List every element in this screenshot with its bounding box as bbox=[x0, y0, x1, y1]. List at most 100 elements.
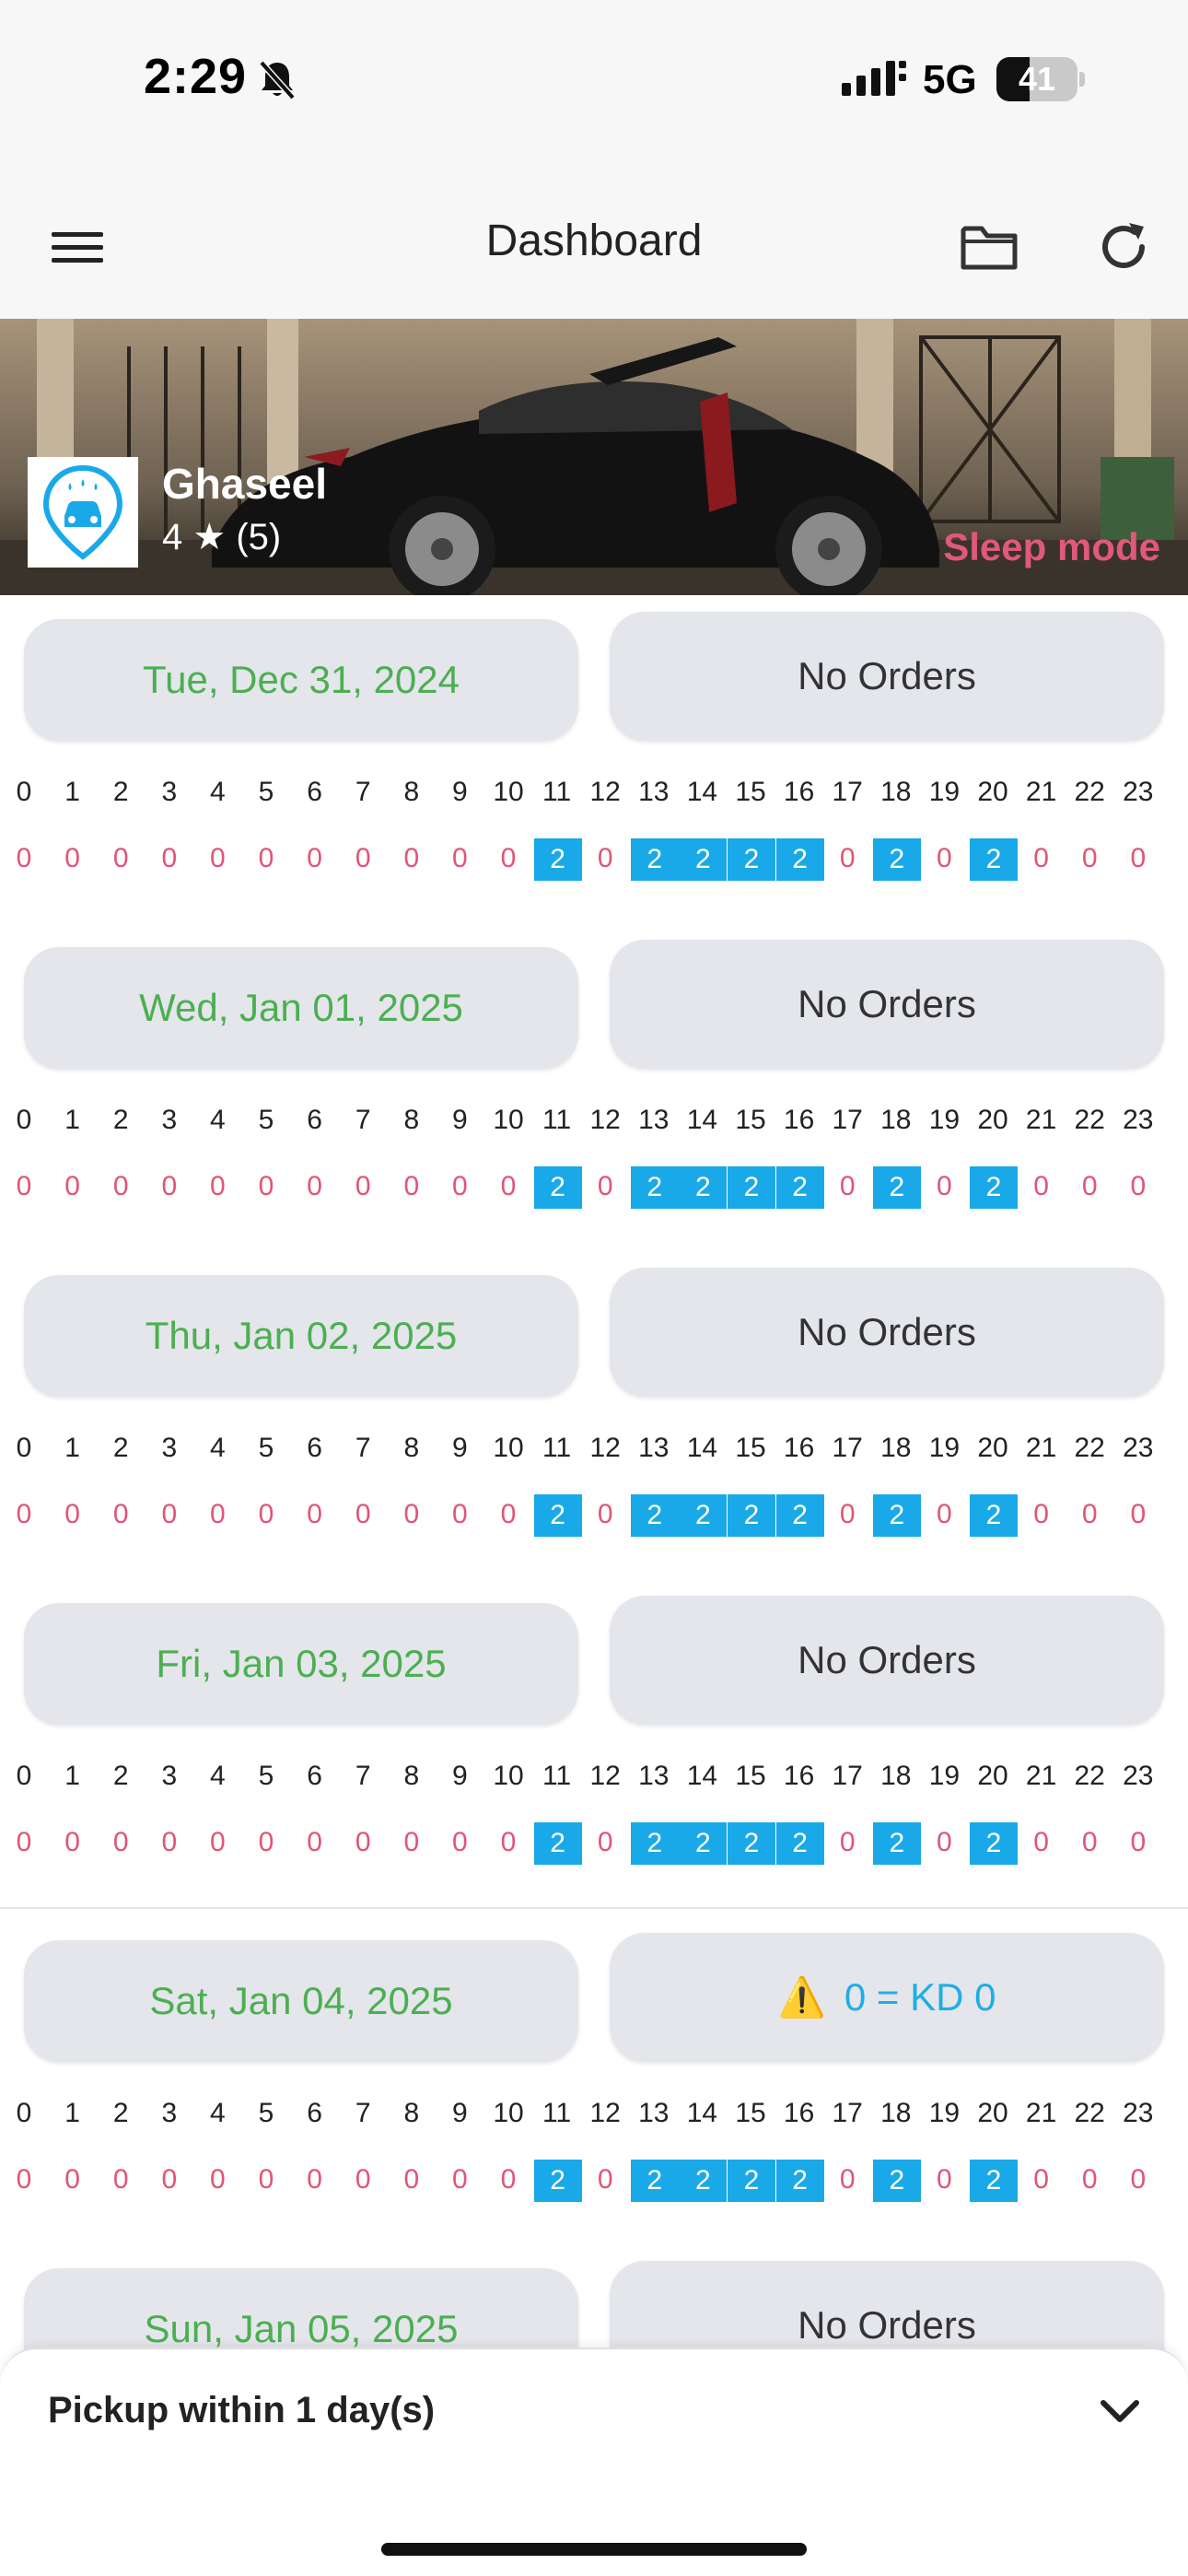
hourly-count-slot[interactable]: 0 bbox=[98, 838, 144, 879]
hourly-count-slot[interactable]: 0 bbox=[1066, 1822, 1112, 1863]
hourly-count-slot[interactable]: 0 bbox=[389, 838, 435, 879]
orders-status-button[interactable]: No Orders bbox=[610, 1596, 1164, 1725]
hourly-count-slot[interactable]: 0 bbox=[98, 1166, 144, 1207]
hourly-count-slot[interactable]: 0 bbox=[921, 838, 967, 879]
hourly-count-slot[interactable]: 0 bbox=[921, 1166, 967, 1207]
hourly-count-slot[interactable]: 0 bbox=[1115, 1166, 1161, 1207]
sleep-mode-toggle[interactable]: Sleep mode bbox=[943, 525, 1160, 569]
hourly-count-slot[interactable]: 0 bbox=[389, 1166, 435, 1207]
hourly-count-slot[interactable]: 0 bbox=[824, 1494, 870, 1535]
date-button[interactable]: Tue, Dec 31, 2024 bbox=[24, 619, 578, 741]
hourly-count-slot[interactable]: 0 bbox=[1019, 838, 1065, 879]
hourly-count-slot-active[interactable]: 2 bbox=[872, 1494, 921, 1537]
hourly-count-slot[interactable]: 0 bbox=[292, 1494, 338, 1535]
hourly-count-slot[interactable]: 0 bbox=[340, 1822, 386, 1863]
hourly-count-slot-active[interactable]: 2 bbox=[970, 1166, 1018, 1209]
folder-icon[interactable] bbox=[958, 216, 1020, 278]
hourly-count-slot-active[interactable]: 2 bbox=[872, 1822, 921, 1865]
hourly-count-slot[interactable]: 0 bbox=[340, 1166, 386, 1207]
date-button[interactable]: Wed, Jan 01, 2025 bbox=[24, 947, 578, 1069]
orders-status-button[interactable]: No Orders bbox=[610, 612, 1164, 741]
pickup-filter-sheet[interactable]: Pickup within 1 day(s) bbox=[0, 2348, 1188, 2478]
hourly-count-slot[interactable]: 0 bbox=[243, 1494, 289, 1535]
home-indicator[interactable] bbox=[381, 2543, 807, 2556]
hourly-count-slot[interactable]: 0 bbox=[243, 1822, 289, 1863]
hourly-count-slot[interactable]: 0 bbox=[921, 1494, 967, 1535]
hourly-count-slot[interactable]: 0 bbox=[340, 838, 386, 879]
hourly-count-slot-active[interactable]: 2 bbox=[630, 2160, 679, 2202]
hourly-count-slot[interactable]: 0 bbox=[824, 2160, 870, 2200]
hourly-count-slot-active[interactable]: 2 bbox=[970, 1822, 1018, 1865]
hourly-count-slot[interactable]: 0 bbox=[1, 1822, 47, 1863]
hourly-count-slot-active[interactable]: 2 bbox=[533, 838, 582, 881]
hourly-count-slot[interactable]: 0 bbox=[50, 2160, 96, 2200]
hourly-count-slot-active[interactable]: 2 bbox=[970, 1494, 1018, 1537]
hourly-count-slot[interactable]: 0 bbox=[1019, 1822, 1065, 1863]
hourly-count-slot[interactable]: 0 bbox=[582, 1822, 628, 1863]
hourly-count-slot[interactable]: 0 bbox=[485, 2160, 531, 2200]
orders-status-button[interactable]: ⚠️ 0 = KD 0 bbox=[610, 1933, 1164, 2062]
hourly-count-slot[interactable]: 0 bbox=[1115, 2160, 1161, 2200]
hourly-count-slot[interactable]: 0 bbox=[340, 2160, 386, 2200]
hourly-count-slot[interactable]: 0 bbox=[1066, 1494, 1112, 1535]
hourly-count-slot[interactable]: 0 bbox=[582, 1166, 628, 1207]
hourly-count-slot-active[interactable]: 2 bbox=[679, 1166, 728, 1209]
hourly-count-slot-active[interactable]: 2 bbox=[728, 2160, 775, 2202]
hourly-count-slot[interactable]: 0 bbox=[1, 838, 47, 879]
hourly-count-slot-active[interactable]: 2 bbox=[970, 2160, 1018, 2202]
hourly-count-slot[interactable]: 0 bbox=[146, 1494, 192, 1535]
hourly-count-slot-active[interactable]: 2 bbox=[533, 1822, 582, 1865]
hourly-count-slot[interactable]: 0 bbox=[194, 838, 240, 879]
hourly-count-slot[interactable]: 0 bbox=[292, 838, 338, 879]
hourly-count-slot-active[interactable]: 2 bbox=[775, 2160, 824, 2202]
hourly-count-slot-active[interactable]: 2 bbox=[679, 1822, 728, 1865]
hourly-count-slot[interactable]: 0 bbox=[921, 1822, 967, 1863]
chevron-down-icon[interactable] bbox=[1092, 2383, 1147, 2438]
hourly-count-slot[interactable]: 0 bbox=[824, 838, 870, 879]
hourly-count-slot[interactable]: 0 bbox=[1115, 1494, 1161, 1535]
hourly-count-slot[interactable]: 0 bbox=[437, 1166, 483, 1207]
hourly-count-slot[interactable]: 0 bbox=[1, 1166, 47, 1207]
hourly-count-slot[interactable]: 0 bbox=[243, 838, 289, 879]
hourly-count-slot[interactable]: 0 bbox=[243, 1166, 289, 1207]
hourly-count-slot[interactable]: 0 bbox=[292, 2160, 338, 2200]
hourly-count-slot[interactable]: 0 bbox=[98, 2160, 144, 2200]
hourly-count-slot[interactable]: 0 bbox=[1, 2160, 47, 2200]
date-button[interactable]: Sat, Jan 04, 2025 bbox=[24, 1940, 578, 2062]
hourly-count-slot[interactable]: 0 bbox=[98, 1822, 144, 1863]
hourly-count-slot-active[interactable]: 2 bbox=[728, 838, 775, 881]
hourly-count-slot-active[interactable]: 2 bbox=[775, 1822, 824, 1865]
hourly-count-slot-active[interactable]: 2 bbox=[630, 1166, 679, 1209]
hourly-count-slot[interactable]: 0 bbox=[389, 2160, 435, 2200]
hourly-count-slot[interactable]: 0 bbox=[582, 1494, 628, 1535]
date-button[interactable]: Thu, Jan 02, 2025 bbox=[24, 1275, 578, 1397]
refresh-icon[interactable] bbox=[1092, 216, 1155, 278]
hourly-count-slot-active[interactable]: 2 bbox=[728, 1822, 775, 1865]
hourly-count-slot[interactable]: 0 bbox=[1066, 1166, 1112, 1207]
hourly-count-slot[interactable]: 0 bbox=[824, 1166, 870, 1207]
hourly-count-slot[interactable]: 0 bbox=[194, 1166, 240, 1207]
hourly-count-slot-active[interactable]: 2 bbox=[775, 1494, 824, 1537]
hourly-count-slot[interactable]: 0 bbox=[485, 1166, 531, 1207]
hourly-count-slot[interactable]: 0 bbox=[1115, 838, 1161, 879]
hourly-count-slot[interactable]: 0 bbox=[146, 1166, 192, 1207]
hourly-count-slot[interactable]: 0 bbox=[921, 2160, 967, 2200]
hourly-count-slot[interactable]: 0 bbox=[292, 1822, 338, 1863]
hourly-count-slot[interactable]: 0 bbox=[437, 1822, 483, 1863]
hourly-count-slot[interactable]: 0 bbox=[582, 838, 628, 879]
hourly-count-slot[interactable]: 0 bbox=[98, 1494, 144, 1535]
hourly-count-slot[interactable]: 0 bbox=[1066, 2160, 1112, 2200]
hourly-count-slot-active[interactable]: 2 bbox=[728, 1166, 775, 1209]
hourly-count-slot-active[interactable]: 2 bbox=[728, 1494, 775, 1537]
hourly-count-slot[interactable]: 0 bbox=[389, 1822, 435, 1863]
hourly-count-slot[interactable]: 0 bbox=[194, 1494, 240, 1535]
hourly-count-slot[interactable]: 0 bbox=[1019, 1166, 1065, 1207]
hourly-count-slot-active[interactable]: 2 bbox=[533, 2160, 582, 2202]
hourly-count-slot[interactable]: 0 bbox=[50, 1166, 96, 1207]
hourly-count-slot[interactable]: 0 bbox=[243, 2160, 289, 2200]
hourly-count-slot-active[interactable]: 2 bbox=[679, 838, 728, 881]
hourly-count-slot-active[interactable]: 2 bbox=[679, 2160, 728, 2202]
hourly-count-slot[interactable]: 0 bbox=[146, 838, 192, 879]
hourly-count-slot-active[interactable]: 2 bbox=[533, 1494, 582, 1537]
hourly-count-slot[interactable]: 0 bbox=[146, 2160, 192, 2200]
